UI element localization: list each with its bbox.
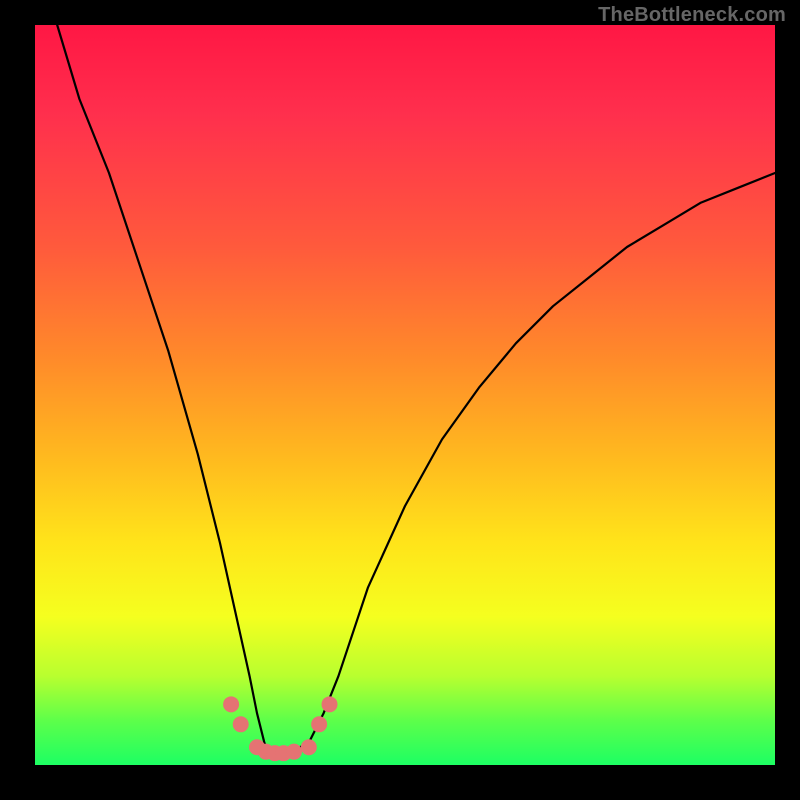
marker-dot xyxy=(322,696,338,712)
marker-group xyxy=(223,696,337,761)
bottleneck-curve xyxy=(35,25,775,765)
marker-dot xyxy=(301,739,317,755)
plot-area xyxy=(35,25,775,765)
curve-path xyxy=(57,25,775,758)
marker-dot xyxy=(233,716,249,732)
marker-dot xyxy=(286,744,302,760)
marker-dot xyxy=(223,696,239,712)
watermark-label: TheBottleneck.com xyxy=(598,4,786,27)
chart-frame: TheBottleneck.com xyxy=(0,0,800,800)
marker-dot xyxy=(311,716,327,732)
